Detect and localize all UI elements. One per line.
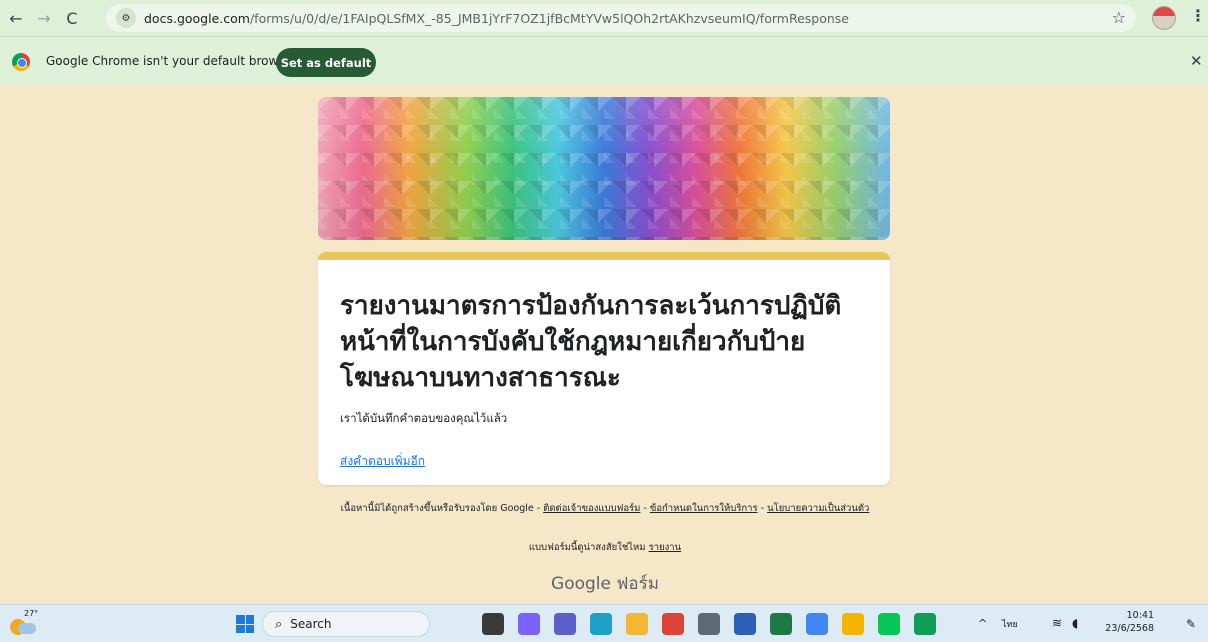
volume-icon[interactable]: ◖ xyxy=(1072,616,1078,630)
windows-logo-pane xyxy=(236,624,245,633)
taskbar: 27° ⌕ Search ^ ไทย ≋ ◖ 10:41 23/6/2568 ✎ xyxy=(0,604,1208,642)
taskbar-search-label: Search xyxy=(290,617,332,631)
default-browser-infobar: Google Chrome isn't your default browser… xyxy=(0,36,1208,86)
taskbar-app-line-icon[interactable] xyxy=(878,613,900,635)
form-title: รายงานมาตรการป้องกันการละเว้นการปฏิบัติห… xyxy=(340,291,842,393)
suspicious-text: แบบฟอร์มนี้ดูน่าสงสัยใช่ไหม xyxy=(528,542,646,553)
menu-dots-icon[interactable]: ⋮ xyxy=(1190,6,1206,25)
wifi-icon[interactable]: ≋ xyxy=(1052,616,1062,630)
taskbar-app-chrome-icon[interactable] xyxy=(662,613,684,635)
address-bar[interactable]: ⚙ docs.google.com/forms/u/0/d/e/1FAIpQLS… xyxy=(106,4,1136,32)
disclaimer-text: เนื้อหานี้มิได้ถูกสร้างขึ้นหรือรับรองโดย… xyxy=(340,503,541,514)
close-icon[interactable]: ✕ xyxy=(1190,52,1203,70)
taskbar-app-file-explorer-icon[interactable] xyxy=(482,613,504,635)
taskbar-search[interactable]: ⌕ Search xyxy=(262,611,430,637)
cloud-icon xyxy=(18,623,36,634)
url-host: docs.google.com xyxy=(144,10,250,26)
report-link[interactable]: รายงาน xyxy=(649,542,681,553)
taskbar-app-calculator-icon[interactable] xyxy=(698,613,720,635)
infobar-message: Google Chrome isn't your default browser xyxy=(46,54,297,68)
language-indicator[interactable]: ไทย xyxy=(1002,617,1018,631)
clock[interactable]: 10:41 23/6/2568 xyxy=(1098,609,1154,635)
form-header-image xyxy=(318,97,890,240)
notification-icon[interactable]: ✎ xyxy=(1186,617,1196,631)
url-text[interactable]: docs.google.com/forms/u/0/d/e/1FAIpQLSfM… xyxy=(144,11,849,26)
start-button[interactable] xyxy=(236,615,254,633)
taskbar-app-copilot-icon[interactable] xyxy=(518,613,540,635)
footer-disclaimer: เนื้อหานี้มิได้ถูกสร้างขึ้นหรือรับรองโดย… xyxy=(340,503,870,514)
clock-time: 10:41 xyxy=(1126,610,1154,621)
taskbar-app-folder-icon[interactable] xyxy=(626,613,648,635)
search-icon: ⌕ xyxy=(275,616,283,632)
terms-link[interactable]: ข้อกำหนดในการให้บริการ xyxy=(650,503,758,514)
chrome-logo-icon xyxy=(12,53,30,71)
confirmation-message: เราได้บันทึกคำตอบของคุณไว้แล้ว xyxy=(340,411,508,425)
chevron-up-icon[interactable]: ^ xyxy=(978,617,987,630)
clock-date: 23/6/2568 xyxy=(1105,623,1154,634)
url-path: /forms/u/0/d/e/1FAIpQLSfMX_-85_JMB1jYrF7… xyxy=(249,10,849,26)
windows-logo-pane xyxy=(245,624,254,633)
privacy-link[interactable]: นโยบายความเป็นส่วนตัว xyxy=(767,503,869,514)
taskbar-app-excel-icon[interactable] xyxy=(770,613,792,635)
taskbar-app-edge-icon[interactable] xyxy=(590,613,612,635)
taskbar-app-chrome-2-icon[interactable] xyxy=(806,613,828,635)
browser-toolbar: ← → C ⚙ docs.google.com/forms/u/0/d/e/1F… xyxy=(0,0,1208,36)
back-icon[interactable]: ← xyxy=(4,6,28,30)
weather-widget[interactable]: 27° xyxy=(10,609,39,637)
set-as-default-button[interactable]: Set as default xyxy=(276,48,376,77)
windows-logo-pane xyxy=(245,615,254,624)
taskbar-app-slides-icon[interactable] xyxy=(842,613,864,635)
google-forms-logo[interactable]: Google ฟอร์ม xyxy=(320,570,890,597)
temperature: 27° xyxy=(24,609,39,618)
forward-icon[interactable]: → xyxy=(32,6,56,30)
confirmation-card: รายงานมาตรการป้องกันการละเว้นการปฏิบัติห… xyxy=(318,252,890,485)
site-info-icon[interactable]: ⚙ xyxy=(116,8,136,28)
windows-logo-pane xyxy=(236,615,245,624)
contact-owner-link[interactable]: ติดต่อเจ้าของแบบฟอร์ม xyxy=(543,503,640,514)
taskbar-app-word-icon[interactable] xyxy=(734,613,756,635)
report-abuse-line: แบบฟอร์มนี้ดูน่าสงสัยใช่ไหม รายงาน xyxy=(320,540,890,555)
taskbar-app-chrome-3-icon[interactable] xyxy=(914,613,936,635)
submit-another-response-link[interactable]: ส่งคำตอบเพิ่มอีก xyxy=(340,452,425,471)
bookmark-star-icon[interactable]: ☆ xyxy=(1112,8,1126,27)
profile-avatar[interactable] xyxy=(1152,6,1176,30)
taskbar-app-teams-icon[interactable] xyxy=(554,613,576,635)
reload-icon[interactable]: C xyxy=(60,6,84,30)
